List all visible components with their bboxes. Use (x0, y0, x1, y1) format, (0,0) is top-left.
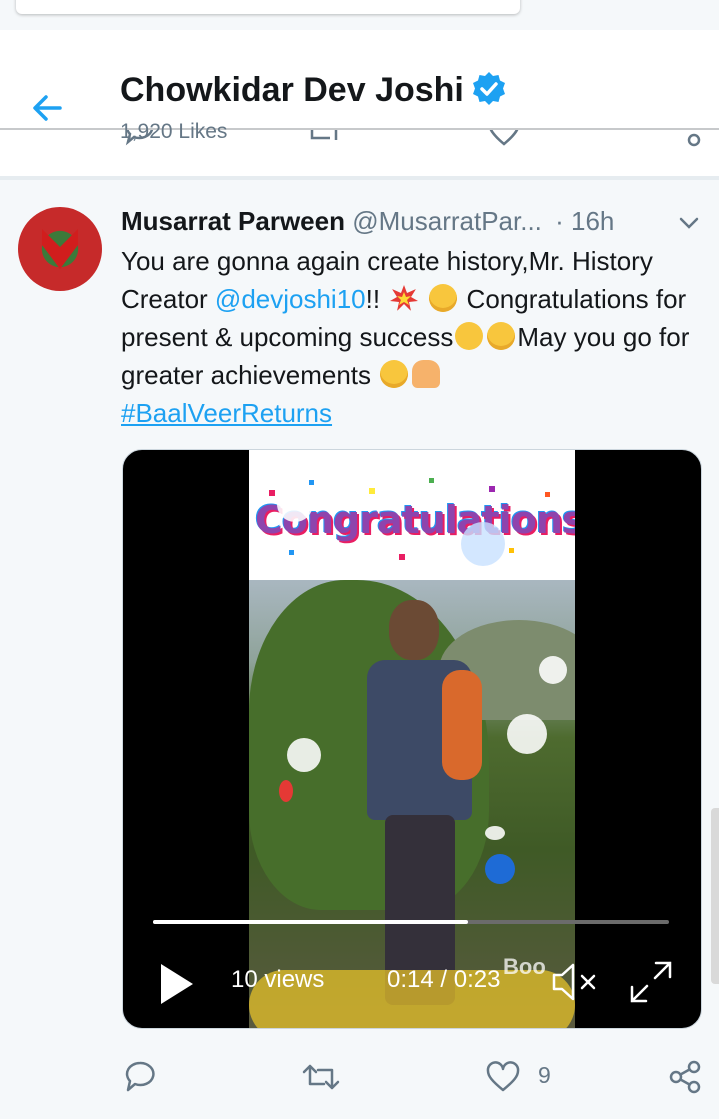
share-icon[interactable] (668, 1060, 702, 1094)
reply-icon[interactable] (124, 1060, 156, 1094)
chevron-down-icon[interactable] (678, 212, 700, 234)
like-icon[interactable] (486, 1061, 520, 1093)
collision-emoji-icon (390, 285, 419, 311)
smiling-face-with-halo-icon (380, 360, 409, 388)
retweet-icon[interactable] (306, 128, 342, 150)
previous-tweet-actions (0, 128, 719, 176)
smiling-face-with-halo-icon (487, 322, 516, 350)
video-progress-fill (153, 920, 468, 924)
retweet-icon[interactable] (302, 1062, 340, 1092)
woman-tipping-hand-icon (412, 360, 441, 388)
avatar[interactable] (18, 207, 102, 291)
likes-count: 1,920 Likes (120, 120, 228, 143)
video-frame: Congratulations! Boo (249, 450, 575, 1028)
scrollbar[interactable] (711, 808, 719, 984)
page-title: Chowkidar Dev Joshi (120, 70, 508, 111)
hashtag-link[interactable]: #BaalVeerReturns (121, 398, 332, 428)
smiling-face-with-halo-icon (429, 284, 458, 312)
mention-link[interactable]: @devjoshi10 (215, 284, 366, 314)
tweet-text: You are gonna again create history,Mr. H… (121, 242, 706, 432)
mute-icon[interactable] (551, 960, 601, 1004)
video-progress-bar[interactable] (153, 920, 669, 924)
profile-header: Chowkidar Dev Joshi 1,920 Likes (0, 30, 719, 143)
video-watermark: Boo (503, 954, 546, 979)
share-icon[interactable] (670, 128, 702, 150)
video-views: 10 views (231, 966, 325, 993)
author-handle[interactable]: @MusarratPar... (352, 206, 542, 236)
profile-name: Chowkidar Dev Joshi (120, 71, 464, 109)
like-icon[interactable] (486, 128, 522, 150)
video-player[interactable]: Congratulations! Boo 10 views 0:14 / 0:2… (122, 449, 702, 1029)
video-person (367, 600, 482, 1005)
star-struck-icon (455, 322, 484, 350)
previous-card-edge (16, 0, 520, 14)
tweet-time: · 16h (555, 206, 615, 236)
like-count: 9 (538, 1062, 551, 1088)
fullscreen-icon[interactable] (629, 960, 673, 1004)
verified-badge-icon (472, 72, 505, 106)
tweet-text-part: !! (365, 284, 388, 314)
play-icon[interactable] (157, 962, 197, 1006)
video-time: 0:14 / 0:23 (387, 966, 501, 993)
back-arrow-icon[interactable] (30, 88, 66, 128)
author-name[interactable]: Musarrat Parween (121, 206, 345, 236)
tweet-header: Musarrat Parween @MusarratPar... · 16h (121, 204, 614, 238)
